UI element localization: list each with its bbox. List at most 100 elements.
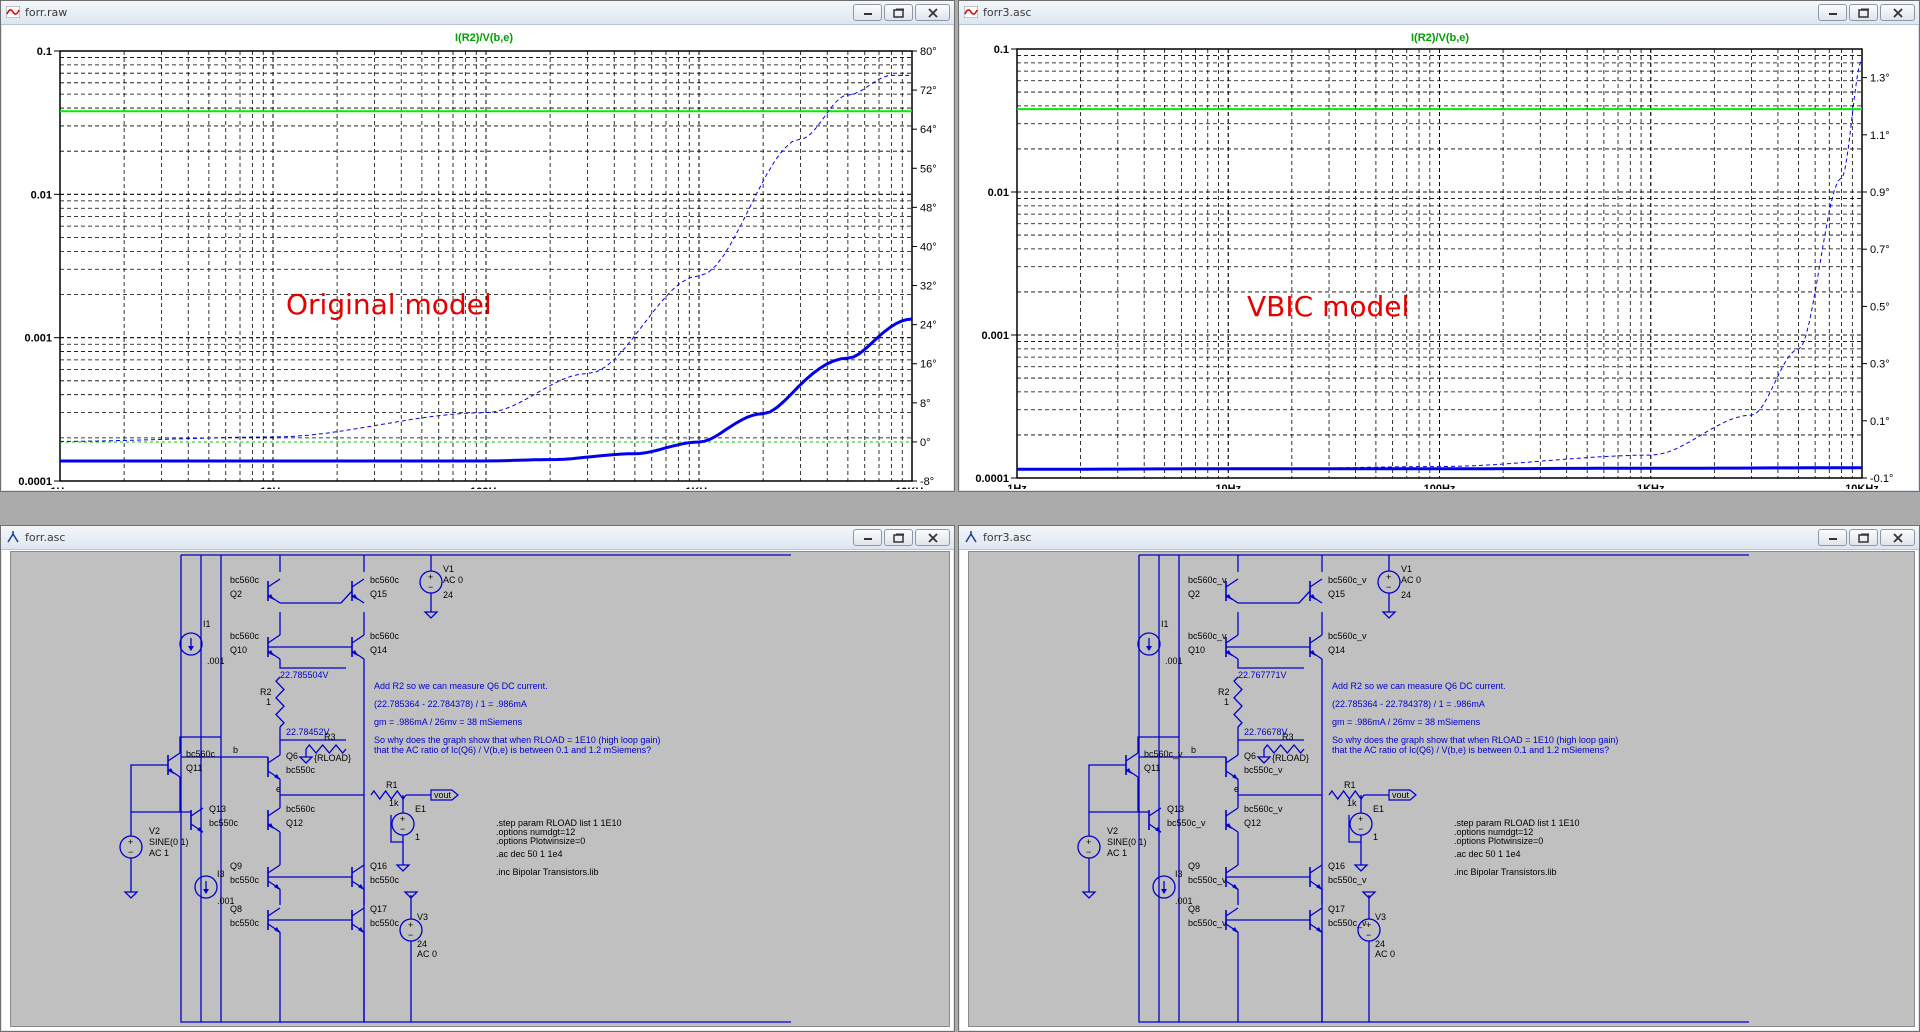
plot-canvas[interactable]: 0.10.010.0010.00011Hz 10Hz 100Hz 1KHz 10KHz1… (961, 26, 1917, 489)
title-bar[interactable]: forr3.asc (959, 1, 1919, 25)
annotation-text: VBIC model (1247, 290, 1410, 323)
ground-icon (123, 891, 139, 899)
voltage-source-v2[interactable]: +− (119, 835, 143, 859)
title-bar[interactable]: forr3.asc (959, 526, 1919, 550)
maximize-button[interactable] (1849, 4, 1878, 21)
transistor-q9[interactable]: Q9 bc550c (230, 861, 281, 890)
v3-label: V3 (1375, 912, 1386, 922)
title-bar[interactable]: forr.asc (1, 526, 954, 550)
maximize-button[interactable] (884, 529, 913, 546)
maximize-button[interactable] (884, 4, 913, 21)
transistor-q13[interactable]: Q13 bc550c (190, 804, 239, 833)
v1-ac: AC 0 (443, 575, 463, 585)
resistor-r2[interactable] (1233, 676, 1243, 728)
transistor-label: bc560c_v (1144, 749, 1183, 759)
transistor-q9[interactable]: Q9 bc550c_v (1188, 861, 1239, 890)
plot-window-left[interactable]: forr.raw 0.1 0.01 0.001 0.00011Hz 10Hz 100Hz 1… (0, 0, 955, 492)
schematic-canvas[interactable]: bc560c Q2 bc560c Q15 bc560c Q10 bc560c Q14 22.78… (10, 551, 950, 1027)
transistor-label: bc560c_v (1188, 575, 1227, 585)
transistor-q14[interactable]: bc560c_v Q14 (1309, 631, 1367, 660)
plot-canvas[interactable]: 0.10.010.0010.00011Hz10Hz100Hz1KHz10KHz8… (3, 26, 952, 489)
x-tick-label: 10Hz (1215, 483, 1241, 489)
current-source-i3[interactable] (194, 875, 218, 899)
transistor-q10[interactable]: bc560c Q10 (230, 631, 281, 660)
transistor-q17[interactable]: Q17 bc550c (351, 904, 400, 933)
v3-value: 24 (1375, 939, 1385, 949)
transistor-q11[interactable]: bc560c_v Q11 (1125, 749, 1183, 778)
transistor-label: bc560c (186, 749, 216, 759)
transistor-q11[interactable]: bc560c Q11 (167, 749, 216, 778)
transistor-q15[interactable]: bc560c_v Q15 (1309, 575, 1367, 604)
close-button[interactable] (1880, 529, 1915, 546)
transistor-label: Q12 (286, 818, 303, 828)
minus-sign: − (128, 847, 133, 857)
transistor-q6[interactable]: Q6 bc550c (267, 751, 316, 780)
transistor-q8[interactable]: Q8bc550c (230, 904, 281, 933)
minimize-button[interactable] (1818, 529, 1847, 546)
plus-sign: + (428, 572, 433, 582)
current-source-i1[interactable] (1137, 632, 1161, 656)
transistor-q10[interactable]: bc560c_v Q10 (1188, 631, 1239, 660)
spice-directive: .options Plotwinsize=0 (496, 836, 585, 846)
close-button[interactable] (1880, 4, 1915, 21)
y2-tick-label: 16° (920, 359, 937, 371)
close-button[interactable] (915, 4, 950, 21)
plot-pane[interactable]: 0.1 0.01 0.001 0.0001 1Hz 10Hz 100Hz 1KHz 10KHz 1… (961, 26, 1917, 489)
maximize-button[interactable] (1849, 529, 1878, 546)
transistor-collector (351, 578, 365, 588)
trace-title[interactable]: I(R2)/V(b,e) (1411, 32, 1469, 44)
y-tick-label: 0.01 (31, 189, 52, 201)
x-tick-label: 1Hz (50, 486, 70, 489)
r3-label: R3 (324, 732, 336, 742)
current-source-i3[interactable] (1152, 875, 1176, 899)
close-button[interactable] (915, 529, 950, 546)
transistor-label: bc560c_v (1328, 575, 1367, 585)
restore-icon (1857, 8, 1869, 18)
plus-sign: + (1358, 814, 1363, 824)
voltage-source-v3[interactable]: +− (1357, 918, 1381, 942)
schematic-canvas[interactable]: bc560c_v Q2 bc560c_v Q15 bc560c_v Q10 bc560c_v… (968, 551, 1915, 1027)
close-icon (1892, 7, 1903, 18)
resistor-r3[interactable] (1263, 743, 1305, 755)
current-source-i1[interactable] (179, 632, 203, 656)
title-bar[interactable]: forr.raw (1, 1, 954, 25)
transistor-q8[interactable]: Q8bc550c_v (1188, 904, 1239, 933)
voltage-source-v1[interactable]: +− (1377, 570, 1401, 594)
minimize-button[interactable] (853, 529, 882, 546)
window-title: forr3.asc (983, 6, 1032, 19)
transistor-q2[interactable]: bc560c Q2 (230, 575, 281, 604)
voltage-source-v2[interactable]: +− (1077, 835, 1101, 859)
node-e-label: e (1234, 784, 1239, 794)
transistor-q2[interactable]: bc560c_v Q2 (1188, 575, 1239, 604)
transistor-q12[interactable]: bc560c_v Q12 (1225, 804, 1283, 833)
schematic-window-left[interactable]: forr.asc bc560c Q2 bc560c Q15 bc560c Q10 bc560… (0, 525, 955, 1032)
transistor-q16[interactable]: Q16 bc550c (351, 861, 400, 890)
transistor-label: Q6 (1244, 751, 1256, 761)
transistor-q15[interactable]: bc560c Q15 (351, 575, 400, 604)
plot-pane[interactable]: 0.10.010.0010.00011Hz10Hz100Hz1KHz10KHz8… (3, 26, 952, 489)
y2-tick-label: 0.5° (1870, 301, 1890, 313)
minimize-button[interactable] (1818, 4, 1847, 21)
r2-value: 1 (266, 697, 271, 707)
y-tick-label: 0.0001 (975, 473, 1009, 485)
transistor-q14[interactable]: bc560c Q14 (351, 631, 400, 660)
transistor-label: bc550c_v (1244, 765, 1283, 775)
resistor-r2[interactable] (275, 676, 285, 728)
transistor-q13[interactable]: Q13 bc550c_v (1148, 804, 1206, 833)
x-tick-label: 1KHz (685, 486, 713, 489)
schematic-window-right[interactable]: forr3.asc bc560c_v Q2 bc560c_v Q15 bc560c_v Q… (958, 525, 1920, 1032)
minimize-button[interactable] (853, 4, 882, 21)
resistor-r3[interactable] (305, 743, 347, 755)
voltage-source-v1[interactable]: +− (419, 570, 443, 594)
plot-window-right[interactable]: forr3.asc 0.1 0.01 0.001 0.0001 1Hz 10Hz 100Hz… (958, 0, 1920, 492)
transistor-label: bc550c_v (1188, 875, 1227, 885)
schematic-drawing[interactable]: bc560c_vQ2 bc560c_vQ15 bc560c_vQ10 bc560c_v… (969, 552, 1914, 1026)
transistor-q12[interactable]: bc560c Q12 (267, 804, 316, 833)
schematic-drawing[interactable]: bc560c Q2 bc560c Q15 bc560c Q10 bc560c Q14 22.78… (11, 552, 949, 1026)
dependent-source-e1[interactable]: +− (1349, 812, 1373, 836)
transistor-label: bc560c (230, 575, 260, 585)
voltage-source-v3[interactable]: +− (399, 918, 423, 942)
dependent-source-e1[interactable]: +− (391, 812, 415, 836)
trace-title[interactable]: I(R2)/V(b,e) (455, 32, 513, 44)
y2-tick-label: 32° (920, 281, 937, 293)
